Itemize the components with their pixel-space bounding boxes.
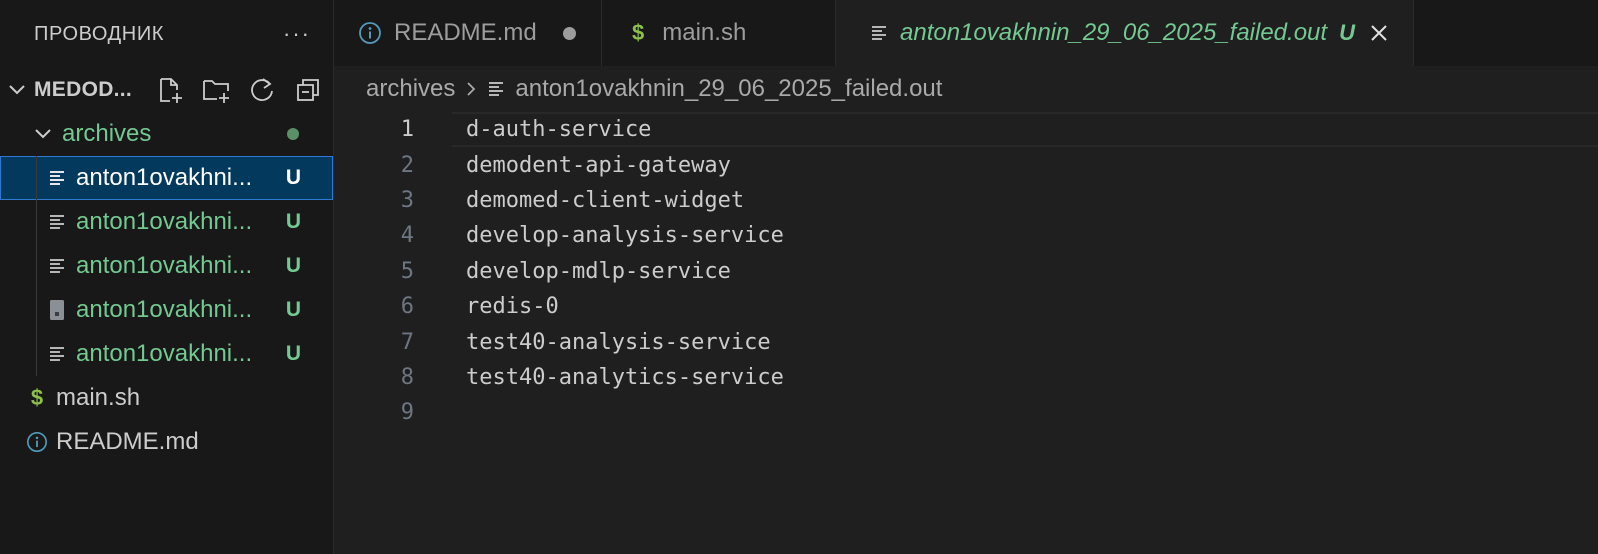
tab-main-sh[interactable]: $ main.sh	[602, 0, 836, 66]
new-folder-icon[interactable]	[200, 74, 232, 106]
breadcrumb-folder[interactable]: archives	[366, 75, 455, 103]
tab-label: README.md	[394, 19, 537, 46]
untracked-badge: U	[285, 254, 301, 277]
file-item-main-sh[interactable]: $ main.sh	[0, 376, 333, 420]
line-text[interactable]: test40-analytics-service	[466, 365, 784, 390]
line-text[interactable]: d-auth-service	[466, 117, 651, 142]
line-text[interactable]: develop-mdlp-service	[466, 259, 731, 284]
line-number: 2	[400, 152, 414, 178]
lines-file-icon	[46, 213, 68, 231]
chevron-down-icon	[30, 128, 56, 140]
lines-file-icon	[870, 24, 888, 42]
chevron-right-icon	[465, 80, 477, 98]
untracked-badge: U	[285, 298, 301, 321]
folder-label: archives	[62, 120, 152, 147]
editor-area: README.md $ main.sh anton1ovakhnin_29_06…	[334, 0, 1598, 554]
line-text[interactable]: demodent-api-gateway	[466, 153, 731, 178]
file-item[interactable]: anton1ovakhni... U	[0, 332, 333, 376]
code-line: 1 d-auth-service	[334, 112, 1598, 148]
indent-guide	[36, 288, 37, 332]
new-file-icon[interactable]	[154, 74, 186, 106]
chevron-down-icon	[4, 84, 30, 96]
breadcrumb-file[interactable]: anton1ovakhnin_29_06_2025_failed.out	[515, 75, 942, 103]
lines-file-icon	[487, 80, 505, 98]
code-line: 5 develop-mdlp-service	[334, 254, 1598, 289]
tab-bar: README.md $ main.sh anton1ovakhnin_29_06…	[334, 0, 1598, 66]
lines-file-icon	[46, 257, 68, 275]
line-number: 4	[400, 223, 414, 249]
file-item-readme[interactable]: README.md	[0, 420, 333, 464]
untracked-badge: U	[285, 210, 301, 233]
breadcrumb: archives anton1ovakhnin_29_06_2025_faile…	[334, 66, 1598, 112]
tab-label: anton1ovakhnin_29_06_2025_failed.out	[900, 19, 1328, 46]
unsaved-dot-icon[interactable]	[562, 26, 576, 40]
file-item[interactable]: anton1ovakhni... U	[0, 288, 333, 332]
dollar-icon: $	[30, 385, 44, 410]
project-root[interactable]: MEDOD...	[0, 68, 333, 112]
file-item[interactable]: anton1ovakhni... U	[0, 244, 333, 288]
line-number: 8	[400, 364, 414, 390]
line-text[interactable]: redis-0	[466, 294, 559, 319]
code-line: 7 test40-analysis-service	[334, 324, 1598, 359]
code-line: 8 test40-analytics-service	[334, 360, 1598, 395]
file-label: anton1ovakhni...	[76, 164, 253, 191]
line-text[interactable]: test40-analysis-service	[466, 330, 771, 355]
file-label: anton1ovakhni...	[76, 252, 253, 279]
line-number: 1	[400, 117, 414, 143]
lines-file-icon	[46, 169, 68, 187]
line-number: 3	[400, 187, 414, 213]
file-label: anton1ovakhni...	[76, 296, 253, 323]
folder-archives[interactable]: archives	[0, 112, 333, 156]
code-line: 3 demomed-client-widget	[334, 183, 1598, 218]
archive-file-icon	[46, 299, 68, 321]
code-line: 9	[334, 395, 1598, 430]
indent-guide	[36, 244, 37, 288]
file-label: README.md	[56, 428, 199, 455]
explorer-header: ПРОВОДНИК ···	[0, 0, 333, 68]
line-number: 7	[400, 329, 414, 355]
project-actions	[154, 74, 324, 106]
project-name: MEDOD...	[34, 78, 133, 101]
line-text[interactable]: demomed-client-widget	[466, 188, 744, 213]
indent-guide	[36, 156, 37, 200]
code-line: 4 develop-analysis-service	[334, 218, 1598, 253]
file-label: anton1ovakhni...	[76, 340, 253, 367]
info-icon	[26, 430, 48, 454]
code-line: 6 redis-0	[334, 289, 1598, 324]
code-line: 2 demodent-api-gateway	[334, 147, 1598, 182]
untracked-badge: U	[285, 342, 301, 365]
code-editor[interactable]: 1 d-auth-service 2 demodent-api-gateway …	[334, 112, 1598, 431]
line-text[interactable]: develop-analysis-service	[466, 223, 784, 248]
collapse-all-icon[interactable]	[292, 74, 324, 106]
line-number: 9	[400, 400, 414, 426]
tab-failed-out[interactable]: anton1ovakhnin_29_06_2025_failed.out U	[836, 0, 1414, 66]
indent-guide	[36, 332, 37, 376]
vscode-window: ПРОВОДНИК ··· MEDOD... archives anton1ov…	[0, 0, 1598, 554]
lines-file-icon	[46, 345, 68, 363]
untracked-badge: U	[1339, 20, 1355, 45]
close-icon[interactable]	[1369, 23, 1389, 43]
refresh-icon[interactable]	[246, 74, 278, 106]
line-number: 5	[400, 258, 414, 284]
more-actions-icon[interactable]: ···	[283, 21, 311, 47]
tab-label: main.sh	[662, 19, 747, 46]
indent-guide	[36, 200, 37, 244]
line-number: 6	[400, 294, 414, 320]
dollar-icon: $	[632, 20, 645, 45]
untracked-badge: U	[285, 166, 301, 189]
file-label: main.sh	[56, 384, 141, 411]
explorer-sidebar: ПРОВОДНИК ··· MEDOD... archives anton1ov…	[0, 0, 334, 554]
untracked-dot-icon	[287, 128, 299, 140]
file-label: anton1ovakhni...	[76, 208, 253, 235]
tab-readme[interactable]: README.md	[334, 0, 602, 66]
file-item[interactable]: anton1ovakhni... U	[0, 200, 333, 244]
explorer-title: ПРОВОДНИК	[34, 22, 165, 45]
info-icon	[358, 21, 382, 45]
file-item[interactable]: anton1ovakhni... U	[0, 156, 333, 200]
